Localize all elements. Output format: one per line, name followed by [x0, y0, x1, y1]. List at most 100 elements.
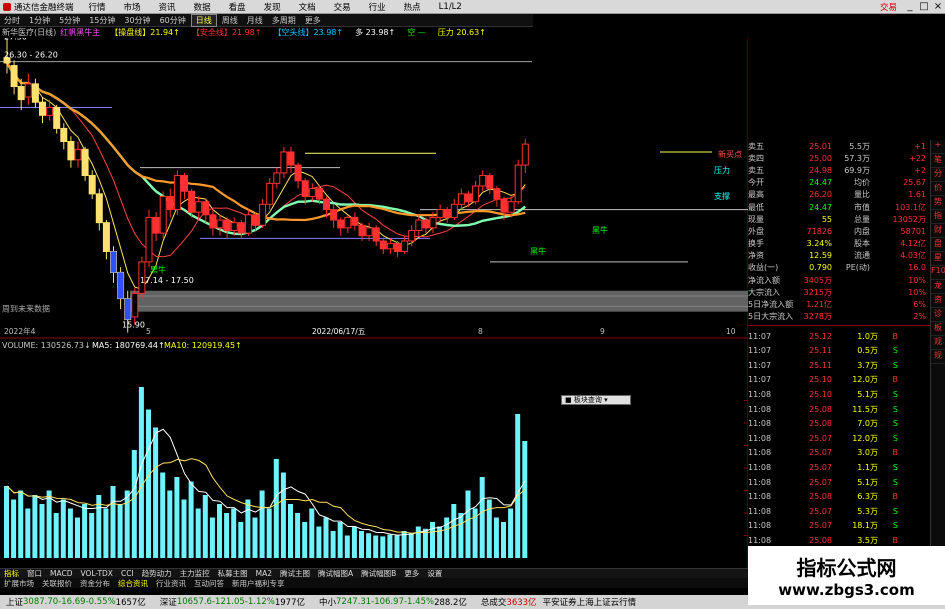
menu-item-quotes[interactable]: 行情 [80, 1, 115, 13]
info-tab-1[interactable]: 关联报价 [38, 578, 76, 589]
menu-item-data[interactable]: 数据 [185, 1, 220, 13]
chart-annotation: 26.30 - 26.20 [4, 51, 58, 60]
info-tab-3[interactable]: 综合资讯 [114, 578, 152, 589]
side-tab-7[interactable]: 盘 [931, 238, 945, 252]
menu-item-news[interactable]: 资讯 [150, 1, 185, 13]
volume-bar [380, 536, 386, 558]
menu-item-market[interactable]: 市场 [115, 1, 150, 13]
quote-value-2: 58701 [900, 226, 926, 236]
minimize-button[interactable]: _ [903, 1, 917, 12]
indicator-value-3: 多 23.98↑ [355, 28, 396, 37]
side-tab-12[interactable]: 诊 [931, 308, 945, 322]
trade-price: 25.08 [809, 404, 832, 414]
info-tab-4[interactable]: 行业资讯 [152, 578, 190, 589]
period-tab-4[interactable]: 30分钟 [120, 15, 154, 26]
volume-bar [359, 531, 364, 558]
menu-item-hot[interactable]: 热点 [395, 1, 430, 13]
index-name[interactable]: 总成交 [481, 596, 507, 608]
side-tab-2[interactable]: 分 [931, 168, 945, 182]
side-tab-13[interactable]: 板 [931, 322, 945, 336]
period-tab-0[interactable]: 分时 [0, 15, 24, 26]
period-tab-9[interactable]: 多周期 [268, 15, 300, 26]
trade-price: 25.12 [809, 331, 832, 341]
index-name[interactable]: 中小 [319, 596, 336, 608]
menu-item-watch[interactable]: 看盘 [220, 1, 255, 13]
date-label: 2022年4 [4, 326, 36, 336]
side-tab-1[interactable]: 笔 [931, 154, 945, 168]
volume-bar [181, 499, 187, 558]
quote-value-2: 4.03亿 [900, 251, 926, 261]
trade-price: 25.10 [809, 375, 832, 385]
side-tab-3[interactable]: 价 [931, 182, 945, 196]
volume-bar [110, 486, 116, 558]
quote-label: 卖五 [748, 165, 764, 175]
trade-price: 25.07 [809, 448, 832, 458]
trade-volume: 3.7万 [857, 360, 878, 370]
quote-row: 现量 55 总量 13052万 [748, 213, 930, 225]
side-tab-15[interactable]: 规 [931, 350, 945, 364]
candle [159, 191, 167, 239]
kline-chart[interactable]: 27.30 26.30 - 26.20 17.14 - 17.50 15.90 周到未来… [0, 38, 748, 568]
side-tab-14[interactable]: 观 [931, 336, 945, 350]
side-tab-6[interactable]: 财 [931, 224, 945, 238]
quote-label: 大宗流入 [748, 287, 780, 297]
sector-query-popup[interactable]: ■ 板块查询 ▾ [561, 395, 631, 405]
side-tab-11[interactable]: 资 [931, 294, 945, 308]
menu-item-industry[interactable]: 行业 [360, 1, 395, 13]
menu-item-discover[interactable]: 发现 [255, 1, 290, 13]
side-tab-5[interactable]: 指 [931, 210, 945, 224]
volume-bar [408, 533, 414, 558]
indicator-value-5: 压力 20.63↑ [437, 28, 486, 37]
info-tab-0[interactable]: 扩展市场 [0, 578, 38, 589]
trade-link[interactable]: 交易 [880, 1, 903, 13]
volume-bar [67, 508, 73, 558]
period-tab-5[interactable]: 60分钟 [156, 15, 190, 26]
info-tab-5[interactable]: 互动问答 [190, 578, 228, 589]
quote-label: 最低 [748, 202, 764, 212]
period-tab-2[interactable]: 5分钟 [55, 15, 84, 26]
menu-item-l1l2[interactable]: L1/L2 [430, 2, 471, 12]
period-tab-8[interactable]: 月线 [243, 15, 267, 26]
close-button[interactable]: × [931, 1, 945, 12]
period-tab-1[interactable]: 1分钟 [25, 15, 54, 26]
side-tab-8[interactable]: 星 [931, 252, 945, 266]
indicator-name[interactable]: 红帆黑牛主 [60, 27, 100, 38]
maximize-button[interactable]: □ [917, 1, 931, 12]
quote-value-2: 4.12亿 [900, 239, 926, 249]
side-tab-9[interactable]: F10 [931, 266, 945, 280]
menu-item-trade[interactable]: 交易 [325, 1, 360, 13]
info-tab-2[interactable]: 资金分布 [76, 578, 114, 589]
trade-volume: 1.0万 [857, 331, 878, 341]
index-name[interactable]: 上证 [6, 596, 23, 608]
trade-volume: 12.0万 [852, 375, 878, 385]
index-name[interactable]: 深证 [160, 596, 177, 608]
indicator-value-4: 空 — [407, 28, 426, 37]
quote-value: 24.98 [809, 165, 832, 175]
trade-direction: S [892, 477, 898, 487]
quote-value: 55 [821, 214, 832, 224]
quote-value: 25.00 [809, 153, 832, 163]
side-tab-0[interactable]: + [931, 140, 945, 154]
quote-label-2: PE(动) [845, 263, 870, 273]
side-tab-10[interactable]: 龙 [931, 280, 945, 294]
index-amount: 1977亿 [274, 598, 305, 608]
trade-direction: S [892, 360, 898, 370]
status-tail: 平安证券上海上证云行情 [542, 598, 637, 608]
volume-bar [458, 513, 464, 558]
period-tab-3[interactable]: 15分钟 [85, 15, 119, 26]
chart-annotation: 支撑 [714, 191, 730, 201]
period-tab-10[interactable]: 更多 [301, 15, 325, 26]
menu-item-docs[interactable]: 文档 [290, 1, 325, 13]
side-tab-4[interactable]: 势 [931, 196, 945, 210]
trade-direction: S [892, 419, 898, 429]
quote-label: 收益(一) [748, 263, 779, 273]
quote-row: 5日大宗流入 3278万 2% [748, 311, 930, 323]
volume-bar [202, 495, 208, 558]
quote-value-2: 2% [913, 312, 926, 322]
trade-volume: 5.3万 [857, 506, 878, 516]
volume-bar [124, 490, 130, 558]
period-tab-6[interactable]: 日线 [190, 13, 217, 27]
trade-row: 11:07 25.11 3.7万 S [748, 358, 930, 373]
info-tab-6[interactable]: 新用户福利专享 [228, 578, 289, 589]
period-tab-7[interactable]: 周线 [218, 15, 242, 26]
